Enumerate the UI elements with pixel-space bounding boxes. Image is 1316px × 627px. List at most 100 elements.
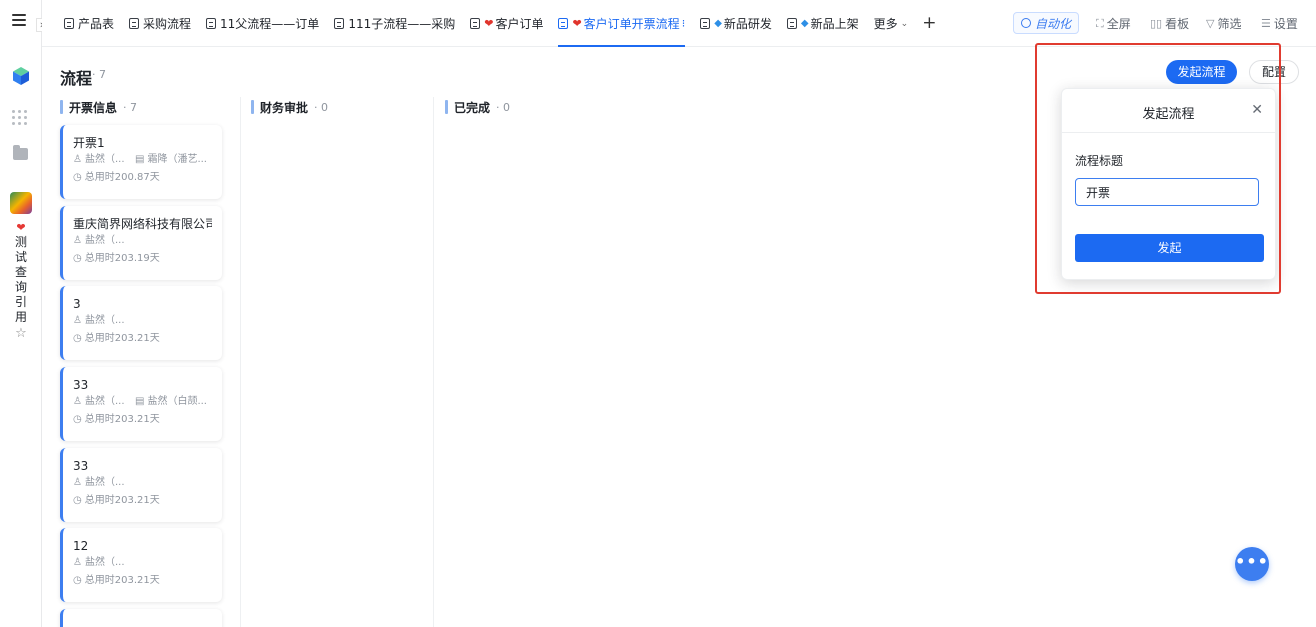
star-icon[interactable]: ☆ <box>13 326 29 341</box>
app-thumbnail[interactable] <box>10 192 32 214</box>
tab-parent-flow-order[interactable]: 11父流程——订单 <box>206 0 319 47</box>
user-icon: ♙ <box>73 396 82 407</box>
card-duration-text: 总用时203.19天 <box>84 253 160 264</box>
clock-icon: ◷ <box>73 172 82 183</box>
app-name-char: 引 <box>14 295 27 309</box>
settings-icon: ☰ <box>1261 17 1271 30</box>
column-name: 财务审批 <box>260 100 309 115</box>
tab-child-flow-purchase[interactable]: 111子流程——采购 <box>334 0 455 47</box>
card-duration-text: 总用时203.21天 <box>84 333 160 344</box>
kanban-card[interactable]: 开票1 ♙ 盐然（... ▤ 霜降（潘艺... ◷ 总用时200.87天 <box>60 125 222 199</box>
card-duration-text: 总用时203.21天 <box>84 575 160 586</box>
column-name: 开票信息 <box>69 100 118 115</box>
kanban-card[interactable]: 33 ♙ 盐然（... ◷ 总用时203.21天 <box>60 448 222 522</box>
card-user: 盐然（... <box>84 235 125 246</box>
form-icon <box>470 18 481 29</box>
board-label: 看板 <box>1165 17 1190 31</box>
apps-grid-icon[interactable] <box>12 110 28 126</box>
kanban-card[interactable]: 12 ♙ 盐然（... ◷ 总用时203.21天 <box>60 528 222 602</box>
add-tab-icon[interactable]: + <box>922 15 936 32</box>
flow-icon <box>206 18 217 29</box>
folder-icon[interactable] <box>13 145 28 160</box>
tab-customer-order-invoice-flow[interactable]: ❤ 客户订单开票流程 ⁝ <box>558 0 685 47</box>
more-actions-fab-icon[interactable]: ••• <box>1235 547 1269 581</box>
kanban-card[interactable]: 重庆简界网络科技有限公司 ♙ 盐然（... ◷ 总用时203.19天 <box>60 206 222 280</box>
card-meta: ♙ 盐然（... ▤ 霜降（潘艺... <box>73 151 212 169</box>
kanban-card[interactable]: 3 ♙ 盐然（... ◷ 总用时203.21天 <box>60 286 222 360</box>
config-button[interactable]: 配置 <box>1249 60 1299 84</box>
card-duration: ◷ 总用时203.19天 <box>73 250 212 268</box>
column-header: 已完成 · 0 <box>445 97 510 117</box>
tab-new-product-rd[interactable]: ◆ 新品研发 <box>700 0 772 47</box>
tab-label: 新品研发 <box>723 17 772 31</box>
app-name-char: 查 <box>14 265 27 279</box>
flow-icon <box>786 18 797 29</box>
app-name-char: 试 <box>14 250 27 264</box>
chevron-down-icon: ⌄ <box>900 18 909 29</box>
flow-title-label: 流程标题 <box>1075 154 1124 168</box>
card-duration: ◷ 总用时203.21天 <box>73 572 212 590</box>
board-view-button[interactable]: ▯▯ 看板 <box>1150 0 1189 47</box>
app-name-char: 测 <box>14 235 27 249</box>
card-duration-text: 总用时200.87天 <box>84 172 160 183</box>
vertical-app-name[interactable]: ❤ 测 试 查 询 引 用 ☆ <box>13 220 29 341</box>
filter-button[interactable]: ▽ 筛选 <box>1206 0 1241 47</box>
clock-icon: ◷ <box>73 253 82 264</box>
user-icon: ♙ <box>73 315 82 326</box>
flow-title-input[interactable] <box>1075 178 1259 206</box>
card-field: 盐然（白颉... <box>147 396 207 407</box>
user-icon: ♙ <box>73 154 82 165</box>
start-flow-button[interactable]: 发起流程 <box>1166 60 1237 84</box>
heart-icon: ❤ <box>572 17 582 30</box>
app-name-char: 询 <box>14 280 27 294</box>
settings-label: 设置 <box>1273 17 1298 31</box>
filter-icon: ▽ <box>1206 17 1215 30</box>
card-duration: ◷ 总用时203.21天 <box>73 330 212 348</box>
heart-icon: ❤ <box>484 17 494 30</box>
kanban-card[interactable]: 33 ♙ 盐然（... ▤ 盐然（白颉... ◷ 总用时203.21天 <box>60 367 222 441</box>
document-icon: ▤ <box>135 154 145 165</box>
column-color-bar <box>251 100 254 114</box>
card-field: 霜降（潘艺... <box>147 154 207 165</box>
tab-product-table[interactable]: 产品表 <box>64 0 114 47</box>
menu-icon[interactable] <box>12 14 26 26</box>
clock-icon: ◷ <box>73 495 82 506</box>
card-user: 盐然（... <box>84 315 125 326</box>
fullscreen-button[interactable]: ⛶ 全屏 <box>1096 0 1131 47</box>
card-user: 盐然（... <box>84 154 125 165</box>
card-meta: ♙ 盐然（... <box>73 474 212 492</box>
column-divider <box>240 97 241 627</box>
tab-new-product-launch[interactable]: ◆ 新品上架 <box>786 0 859 47</box>
card-title: 33 <box>73 459 89 473</box>
column-count: · 0 <box>496 100 511 114</box>
clock-icon: ◷ <box>73 575 82 586</box>
card-meta: ♙ 盐然（... <box>73 312 212 330</box>
kebab-menu-icon[interactable]: ⁝ <box>682 17 686 30</box>
more-tabs-button[interactable]: 更多 ⌄ <box>874 15 909 32</box>
kanban-card-partial[interactable] <box>60 609 222 627</box>
card-user: 盐然（... <box>84 557 125 568</box>
automation-button[interactable]: 自动化 <box>1013 12 1080 34</box>
tab-label: 新品上架 <box>810 17 859 31</box>
submit-start-button[interactable]: 发起 <box>1075 234 1264 262</box>
start-flow-popover: 发起流程 ✕ 流程标题 发起 <box>1061 88 1276 280</box>
card-duration: ◷ 总用时203.21天 <box>73 492 212 510</box>
close-icon[interactable]: ✕ <box>1251 102 1263 118</box>
tab-label: 采购流程 <box>143 17 192 31</box>
settings-button[interactable]: ☰ 设置 <box>1261 0 1298 47</box>
column-count: · 7 <box>123 100 138 114</box>
flow-icon <box>558 18 569 29</box>
diamond-icon: ◆ <box>800 18 809 29</box>
user-icon: ♙ <box>73 477 82 488</box>
card-title: 12 <box>73 539 89 553</box>
flow-icon <box>700 18 711 29</box>
tab-label: 客户订单开票流程 <box>583 17 680 31</box>
tab-purchase-flow[interactable]: 采购流程 <box>129 0 191 47</box>
card-duration: ◷ 总用时200.87天 <box>73 169 212 187</box>
fullscreen-icon: ⛶ <box>1096 16 1104 30</box>
tab-customer-order[interactable]: ❤ 客户订单 <box>470 0 543 47</box>
left-nav: › ❤ 测 试 查 询 引 用 ☆ <box>0 0 48 627</box>
fullscreen-label: 全屏 <box>1106 17 1131 31</box>
card-meta: ♙ 盐然（... <box>73 232 212 250</box>
app-logo-icon[interactable] <box>11 66 31 86</box>
